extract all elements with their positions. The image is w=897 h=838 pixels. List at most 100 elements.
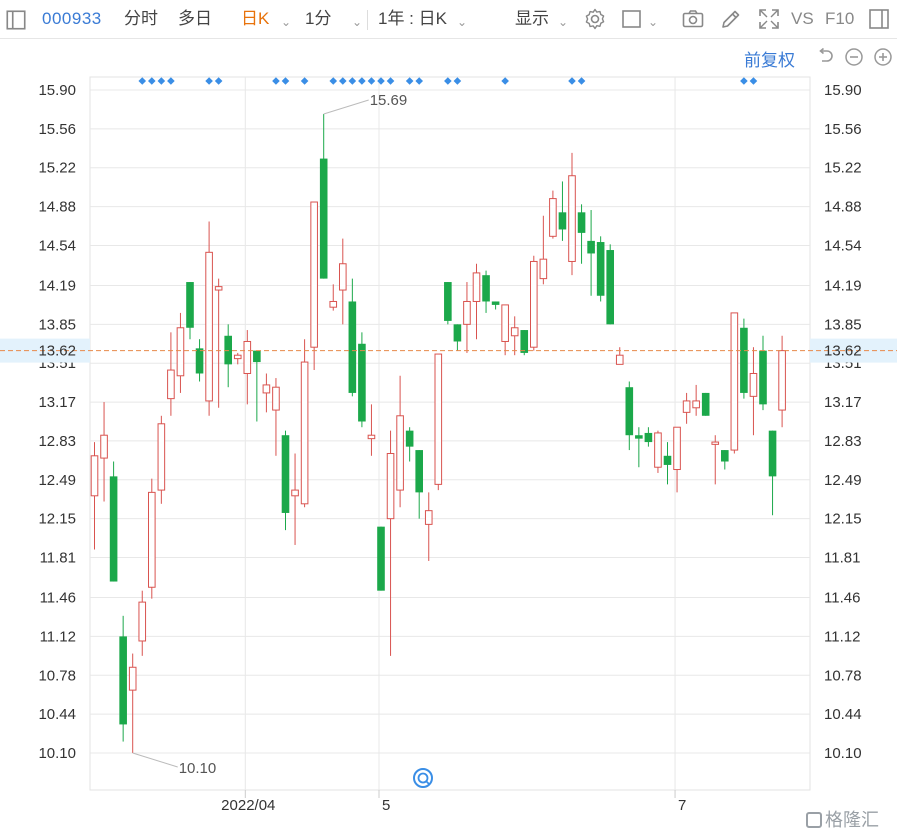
candle-up [424,492,433,561]
candle-body [606,250,614,325]
y-tick-label-right: 11.81 [824,550,860,567]
candle-body [701,392,710,416]
candle-body [281,435,290,513]
y-tick-label-left: 13.17 [38,394,76,411]
candle-down [768,430,777,516]
candle-up [233,352,242,365]
rectangle-icon[interactable] [620,7,644,31]
candle-up [749,347,758,436]
candle-down [186,282,194,340]
candle-body [568,175,576,262]
candle-up [510,316,519,356]
candle-down [319,114,328,279]
y-tick-label-left: 11.12 [40,628,76,645]
tab-daily-k[interactable]: 日K [241,8,269,30]
candle-up [100,402,108,502]
candle-body [367,434,376,440]
event-marker [577,77,586,85]
candle-body [596,242,605,296]
candle-body [109,476,118,582]
candle-down [224,324,232,388]
y-tick-label-left: 12.15 [38,511,76,528]
candle-up [472,263,481,340]
event-marker [405,77,414,85]
tab-intraday[interactable]: 分时 [124,8,158,30]
event-marker [339,77,347,85]
y-tick-label-right: 10.78 [824,667,862,684]
tab-minute[interactable]: 1分 [305,8,331,30]
event-marker [386,77,395,85]
settings-gear-icon[interactable] [583,7,607,31]
candle-body [615,354,624,365]
chevron-down-icon[interactable]: ⌄ [457,11,467,33]
chevron-down-icon[interactable]: ⌄ [281,11,291,33]
candle-down [644,427,653,447]
camera-icon[interactable] [681,7,705,31]
candle-up [434,353,443,491]
candle-up [272,378,280,456]
y-tick-label-right: 14.88 [824,199,862,216]
display-menu[interactable]: 显示 [515,8,549,30]
candlestick-chart[interactable]: 15.9015.5615.2214.8814.5414.1913.8513.51… [0,40,897,838]
y-tick-label-left: 11.81 [40,550,76,567]
plot-frame [89,76,811,791]
chevron-down-icon[interactable]: ⌄ [558,11,568,33]
candle-body [195,348,204,374]
range-selector[interactable]: 1年 : 日K [378,8,447,30]
tab-multiday[interactable]: 多日 [178,8,212,30]
candle-down [491,301,500,310]
candle-body [224,335,232,365]
pencil-icon[interactable] [719,7,743,31]
candle-body [539,258,548,280]
y-tick-label-right: 15.90 [824,82,862,99]
candle-body [635,435,643,439]
candle-down [701,392,710,416]
candle-up [90,442,99,550]
f10-button[interactable]: F10 [825,8,854,30]
candle-up [176,312,185,393]
candle-body [663,455,672,465]
candle-down [606,244,614,325]
event-marker [358,77,366,85]
candle-body [176,327,185,377]
candle-down [520,330,529,356]
candle-body [444,282,452,321]
candle-body [530,260,538,348]
candle-down [253,350,261,422]
chevron-down-icon[interactable]: ⌄ [352,11,362,33]
candle-up [329,284,338,311]
sidebar-icon[interactable] [867,7,891,31]
candle-down [721,450,729,470]
candle-body [243,340,252,374]
y-tick-label-left: 10.10 [38,745,76,762]
candle-up [148,478,156,599]
candle-up [730,312,739,454]
candle-down [195,339,204,382]
candle-body [291,489,299,497]
stock-code[interactable]: 000933 [42,8,102,30]
candle-body [157,423,166,491]
candle-body [501,304,509,342]
search-circle-icon[interactable] [413,768,433,788]
watermark-logo: 格隆汇 [806,806,879,832]
layout-icon[interactable] [4,8,26,30]
candle-body [100,434,108,459]
extreme-annotations: 15.69 10.10 [132,92,407,777]
candle-up [463,282,471,353]
candle-up [711,435,720,485]
y-tick-label-left: 15.22 [38,160,76,177]
candle-down [377,526,385,591]
candle-down [625,381,634,451]
vs-compare-button[interactable]: VS [791,8,814,30]
y-tick-label-right: 15.22 [824,160,862,177]
candle-body [214,286,223,291]
candle-down [348,278,357,397]
candle-body [262,384,271,394]
candle-up [530,255,538,351]
chevron-down-icon[interactable]: ⌄ [648,11,658,33]
fullscreen-icon[interactable] [757,7,781,31]
max-leader-line [323,99,369,115]
candle-body [625,387,634,436]
candle-body [358,343,366,422]
candle-body [768,430,777,477]
